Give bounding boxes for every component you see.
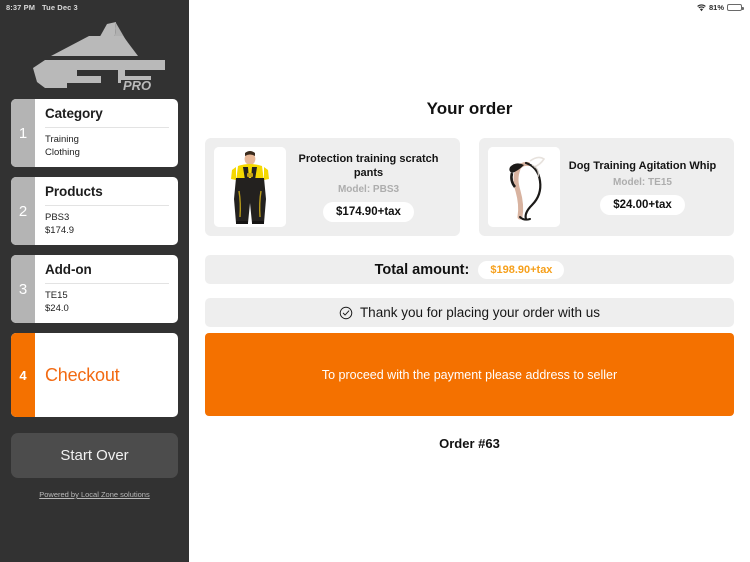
sidebar-item-products[interactable]: 2 Products PBS3 $174.9 [11,177,178,245]
product-model: Model: TE15 [613,177,672,188]
product-price: $174.90+tax [323,202,414,222]
wifi-icon [697,3,706,11]
payment-notice-text: To proceed with the payment please addre… [321,367,618,382]
step-detail-line: $174.9 [45,224,75,236]
main-content: 81% Your order Protection training scrat… [189,0,750,562]
status-bar-time: 8:37 PM [6,3,36,12]
sidebar: 8:37 PM Tue Dec 3 PRO 1 Category Trainin… [0,0,189,562]
step-title: Checkout [45,364,120,385]
protection-training-scratch-pants-photo [214,147,286,227]
status-bar-date: Tue Dec 3 [42,3,78,12]
step-number: 1 [11,99,35,167]
step-detail-line: PBS3 [45,212,70,223]
step-title: Add-on [45,262,92,277]
product-model: Model: PBS3 [337,184,400,195]
step-detail-line: TE15 [45,290,68,301]
sidebar-item-addon[interactable]: 3 Add-on TE15 $24.0 [11,255,178,323]
thank-you-text: Thank you for placing your order with us [359,305,601,320]
order-items-list: Protection training scratch pants Model:… [189,138,750,236]
start-over-label: Start Over [60,447,129,464]
order-item-card[interactable]: Dog Training Agitation Whip Model: TE15 … [479,138,734,236]
product-name: Dog Training Agitation Whip [568,160,717,172]
product-name: Protection training scratch pants [298,153,439,179]
order-item-card[interactable]: Protection training scratch pants Model:… [205,138,460,236]
total-amount-bar: Total amount: $198.90+tax [205,255,734,284]
step-list: 1 Category Training Clothing 2 Products [0,99,189,427]
battery-percentage: 81% [708,3,724,12]
check-circle-icon [339,306,353,319]
sidebar-item-category[interactable]: 1 Category Training Clothing [11,99,178,167]
sidebar-item-checkout[interactable]: 4 Checkout [11,333,178,417]
fdt-pro-logo-icon: PRO [32,22,165,93]
step-title: Products [45,184,103,199]
start-over-button[interactable]: Start Over [11,433,178,478]
powered-by-link[interactable]: Powered by Local Zone solutions [0,490,189,499]
system-indicators: 81% [189,0,750,15]
payment-notice-banner: To proceed with the payment please addre… [205,333,734,416]
battery-icon [727,3,744,12]
app-root: 8:37 PM Tue Dec 3 PRO 1 Category Trainin… [0,0,750,562]
status-bar: 8:37 PM Tue Dec 3 [0,0,189,15]
product-price: $24.00+tax [600,195,685,215]
total-amount-label: Total amount: [374,261,470,278]
step-number: 3 [11,255,35,323]
thank-you-banner: Thank you for placing your order with us [205,298,734,327]
step-detail-line: $24.0 [45,302,69,314]
order-number: Order #63 [439,436,500,451]
svg-text:PRO: PRO [123,78,151,93]
product-thumbnail [214,147,286,227]
step-title: Category [45,106,103,121]
brand-logo: PRO [0,15,189,99]
step-detail-line: Clothing [45,146,80,158]
dog-training-agitation-whip-photo [488,147,560,227]
product-thumbnail [488,147,560,227]
step-detail-line: Training [45,134,79,145]
step-number: 2 [11,177,35,245]
step-number: 4 [11,333,35,417]
page-title: Your order [426,99,513,118]
total-amount-value: $198.90+tax [478,260,565,279]
